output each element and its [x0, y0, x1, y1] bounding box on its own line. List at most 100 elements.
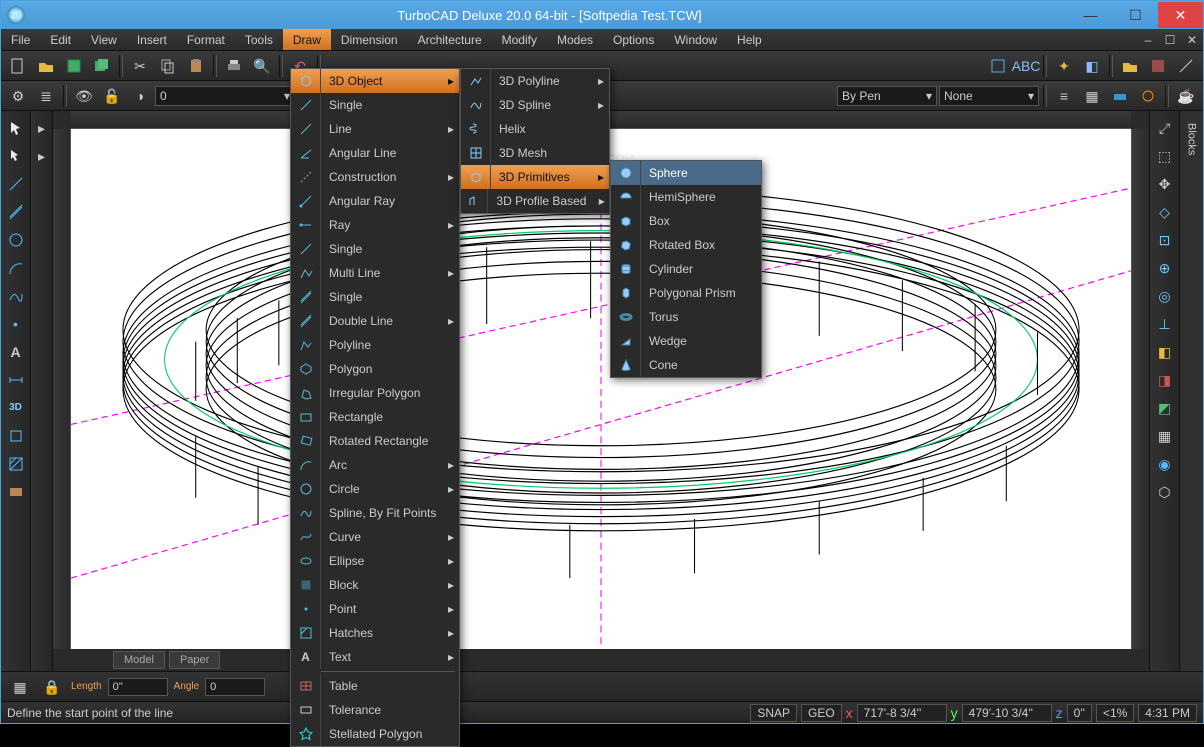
save-all-button[interactable]: [89, 54, 115, 78]
length-field[interactable]: 0'': [108, 678, 168, 696]
render-c[interactable]: ◩: [1152, 395, 1178, 421]
dimension-tool[interactable]: [3, 367, 29, 393]
prim-cylinder[interactable]: Cylinder: [611, 257, 761, 281]
draw-tolerance[interactable]: Tolerance: [291, 698, 459, 722]
aux-a[interactable]: ▸: [29, 115, 55, 141]
snap-b[interactable]: ⊡: [1152, 227, 1178, 253]
tool-d-button[interactable]: ◧: [1079, 54, 1105, 78]
draw-spline-by-fit-points[interactable]: Spline, By Fit Points: [291, 501, 459, 525]
tool-c-button[interactable]: ✦: [1051, 54, 1077, 78]
menu-help[interactable]: Help: [727, 29, 772, 50]
coffee-button[interactable]: ☕: [1173, 84, 1199, 108]
panel-tab-blocks[interactable]: Blocks: [1184, 117, 1200, 161]
draw-single[interactable]: Single: [291, 237, 459, 261]
draw-table[interactable]: Table: [291, 674, 459, 698]
draw-rotated-rectangle[interactable]: Rotated Rectangle: [291, 429, 459, 453]
linestyle-combo[interactable]: None▾: [939, 86, 1039, 106]
draw-curve[interactable]: Curve▸: [291, 525, 459, 549]
tab-paper[interactable]: Paper: [169, 651, 220, 669]
lock-icon[interactable]: 🔓: [99, 84, 125, 108]
inspector-lock-button[interactable]: 🔒: [39, 675, 65, 699]
pen-combo[interactable]: By Pen▾: [837, 86, 937, 106]
modify-tool[interactable]: [3, 423, 29, 449]
close-button[interactable]: ✕: [1158, 2, 1203, 28]
prim-box[interactable]: Box: [611, 209, 761, 233]
menu-modes[interactable]: Modes: [547, 29, 603, 50]
draw-rectangle[interactable]: Rectangle: [291, 405, 459, 429]
render-f[interactable]: ⬡: [1152, 479, 1178, 505]
menu-architecture[interactable]: Architecture: [408, 29, 492, 50]
draw-circle[interactable]: Circle▸: [291, 477, 459, 501]
zoom-window-button[interactable]: ⬚: [1152, 143, 1178, 169]
prim-torus[interactable]: Torus: [611, 305, 761, 329]
extra-b-button[interactable]: ▦: [1079, 84, 1105, 108]
3dobj-3d-primitives[interactable]: 3D Primitives▸: [461, 165, 609, 189]
draw-angular-ray[interactable]: Angular Ray: [291, 189, 459, 213]
render-d[interactable]: ▦: [1152, 423, 1178, 449]
tab-model[interactable]: Model: [113, 651, 165, 669]
settings-button[interactable]: ⚙: [5, 84, 31, 108]
line-tool[interactable]: [3, 171, 29, 197]
new-button[interactable]: [5, 54, 31, 78]
select-alt-tool[interactable]: [3, 143, 29, 169]
draw-angular-line[interactable]: Angular Line: [291, 141, 459, 165]
snap-d[interactable]: ◎: [1152, 283, 1178, 309]
dblline-tool[interactable]: [3, 199, 29, 225]
render-e[interactable]: ◉: [1152, 451, 1178, 477]
hatch-tool[interactable]: [3, 451, 29, 477]
render-b[interactable]: ◨: [1152, 367, 1178, 393]
paste-button[interactable]: [183, 54, 209, 78]
draw-multi-line[interactable]: Multi Line▸: [291, 261, 459, 285]
draw-single[interactable]: Single: [291, 93, 459, 117]
draw-hatches[interactable]: Hatches▸: [291, 621, 459, 645]
3dobj-3d-profile-based[interactable]: 3D Profile Based▸: [461, 189, 609, 213]
menu-window[interactable]: Window: [664, 29, 727, 50]
select-tool[interactable]: [3, 115, 29, 141]
menu-format[interactable]: Format: [177, 29, 235, 50]
menu-dimension[interactable]: Dimension: [331, 29, 408, 50]
3dobj-3d-mesh[interactable]: 3D Mesh: [461, 141, 609, 165]
draw-ray[interactable]: Ray▸: [291, 213, 459, 237]
draw-polygon[interactable]: Polygon: [291, 357, 459, 381]
draw-construction[interactable]: Construction▸: [291, 165, 459, 189]
inspector-grid-button[interactable]: ▦: [7, 675, 33, 699]
vertical-ruler-right[interactable]: [1131, 129, 1149, 649]
extra-d-button[interactable]: [1135, 84, 1161, 108]
mdi-restore[interactable]: ☐: [1159, 29, 1181, 50]
visibility-icon[interactable]: 👁: [71, 84, 97, 108]
menu-edit[interactable]: Edit: [40, 29, 81, 50]
draw-double-line[interactable]: Double Line▸: [291, 309, 459, 333]
snap-a[interactable]: ◇: [1152, 199, 1178, 225]
save-button[interactable]: [61, 54, 87, 78]
extra-a-button[interactable]: ≡: [1051, 84, 1077, 108]
prim-hemisphere[interactable]: HemiSphere: [611, 185, 761, 209]
menu-options[interactable]: Options: [603, 29, 664, 50]
3dobj-3d-polyline[interactable]: 3D Polyline▸: [461, 69, 609, 93]
menu-view[interactable]: View: [81, 29, 127, 50]
draw-single[interactable]: Single: [291, 285, 459, 309]
angle-field[interactable]: 0: [205, 678, 265, 696]
prim-cone[interactable]: Cone: [611, 353, 761, 377]
3dobj-helix[interactable]: Helix: [461, 117, 609, 141]
zoom-in-button[interactable]: ⤢: [1152, 115, 1178, 141]
draw-arc[interactable]: Arc▸: [291, 453, 459, 477]
tool-f-button[interactable]: [1173, 54, 1199, 78]
draw-polyline[interactable]: Polyline: [291, 333, 459, 357]
print-preview-button[interactable]: 🔍: [249, 54, 275, 78]
tool-a-button[interactable]: [985, 54, 1011, 78]
minimize-button[interactable]: —: [1068, 2, 1113, 28]
menu-insert[interactable]: Insert: [127, 29, 177, 50]
arc-tool[interactable]: [3, 255, 29, 281]
wall-tool[interactable]: [3, 479, 29, 505]
open-folder-button[interactable]: [1117, 54, 1143, 78]
mdi-minimize[interactable]: –: [1137, 29, 1159, 50]
3d-tool[interactable]: 3D: [3, 395, 29, 421]
draw-block[interactable]: Block▸: [291, 573, 459, 597]
draw-stellated-polygon[interactable]: Stellated Polygon: [291, 722, 459, 746]
cut-button[interactable]: ✂: [127, 54, 153, 78]
tool-e-button[interactable]: [1145, 54, 1171, 78]
prim-wedge[interactable]: Wedge: [611, 329, 761, 353]
draw-irregular-polygon[interactable]: Irregular Polygon: [291, 381, 459, 405]
vertical-ruler-left[interactable]: [53, 129, 71, 649]
menu-tools[interactable]: Tools: [235, 29, 283, 50]
